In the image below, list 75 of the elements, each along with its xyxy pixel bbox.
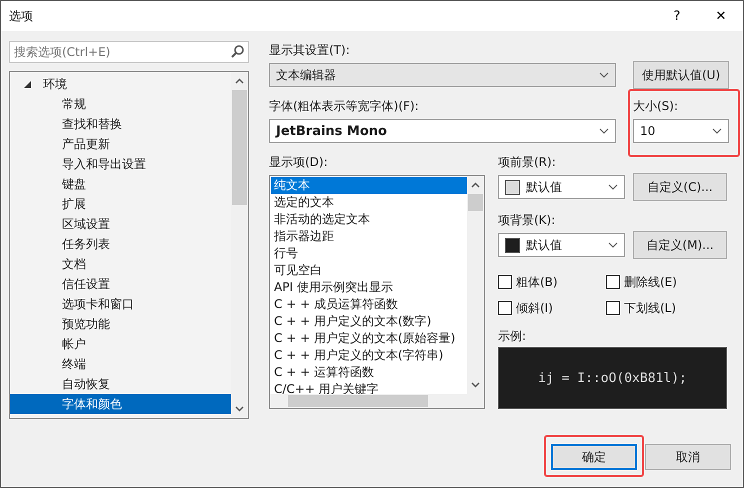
tree-item[interactable]: 文档 [10,254,231,274]
search-icon [231,45,244,58]
field-label: 示例: [498,328,528,345]
ok-button[interactable]: 确定 [551,444,637,470]
checkbox[interactable] [606,301,620,315]
settings-dropdown[interactable]: 文本编辑器 [269,63,616,87]
list-item[interactable]: 非活动的选定文本 [271,211,467,228]
list-item[interactable]: C + + 成员运算符函数 [271,296,467,313]
field-label: 字体(粗体表示等宽字体)(F): [269,98,420,115]
field-label: 项前景(R): [498,154,557,171]
list-item[interactable]: C + + 用户定义的文本(字符串) [271,347,467,364]
tree-item[interactable]: 扩展 [10,194,231,214]
list-item[interactable]: 选定的文本 [271,194,467,211]
list-item[interactable]: 可见空白 [271,262,467,279]
customize-button[interactable]: 自定义(C)... [633,173,727,201]
cancel-button[interactable]: 取消 [645,444,731,470]
tree-item[interactable]: 字体和颜色 [10,394,231,414]
sample-text: ij = I::oO(0xB81l); [538,370,687,386]
tree-item[interactable]: 查找和替换 [10,114,231,134]
scrollbar[interactable] [467,176,484,394]
tree-item[interactable]: 产品更新 [10,134,231,154]
field-label: 显示其设置(T): [269,42,351,59]
scrollbar-thumb[interactable] [468,194,483,211]
scroll-down-icon[interactable] [471,382,480,388]
field-label: 项背景(K): [498,212,556,229]
color-dropdown[interactable]: 默认值 [498,233,625,257]
checkbox[interactable] [606,275,620,289]
tree-item[interactable]: 任务列表 [10,234,231,254]
tree-item[interactable]: 选项卡和窗口 [10,294,231,314]
tree-item[interactable]: 区域设置 [10,214,231,234]
customize-button[interactable]: 自定义(M)... [633,231,727,259]
checkbox-label: 倾斜(I) [516,300,553,316]
tree-item[interactable]: 预览功能 [10,314,231,334]
checkbox[interactable] [498,275,512,289]
chevron-down-icon [712,128,722,134]
tree-item[interactable]: 终端 [10,354,231,374]
scrollbar-thumb[interactable] [232,90,247,205]
tree-item[interactable]: 自动恢复 [10,374,231,394]
search-field[interactable]: 搜索选项(Ctrl+E) [9,41,249,63]
font-dropdown[interactable]: JetBrains Mono [269,119,616,143]
horizontal-scrollbar[interactable] [270,394,484,408]
list-item[interactable]: 指示器边距 [271,228,467,245]
chevron-down-icon [599,128,609,134]
scroll-up-icon[interactable] [235,78,244,84]
list-item[interactable]: C + + 用户定义的文本(数字) [271,313,467,330]
title-bar-button[interactable]: ✕ [699,1,743,31]
size-dropdown[interactable]: 10 [633,119,729,143]
checkbox-label: 粗体(B) [516,274,558,290]
tree-item[interactable]: 环境 [10,74,231,94]
list-item[interactable]: C + + 用户定义的文本(原始容量) [271,330,467,347]
scrollbar-thumb[interactable] [288,395,428,407]
tree-item[interactable]: 信任设置 [10,274,231,294]
list-item[interactable]: 行号 [271,245,467,262]
chevron-down-icon [608,184,618,190]
list-item[interactable]: C + + 运算符函数 [271,364,467,381]
field-label: 大小(S): [633,98,680,115]
tree-item[interactable]: 导入和导出设置 [10,154,231,174]
scroll-up-icon[interactable] [471,182,480,188]
title-bar-button[interactable]: ? [655,1,699,31]
list-item[interactable]: 纯文本 [271,177,467,194]
expand-triangle-icon[interactable] [24,80,31,88]
tree-item[interactable]: 键盘 [10,174,231,194]
color-dropdown[interactable]: 默认值 [498,175,625,199]
tree-item[interactable]: 常规 [10,94,231,114]
use-defaults-button[interactable]: 使用默认值(U) [633,61,730,89]
field-label: 显示项(D): [269,154,329,171]
window-title: 选项 [9,8,34,24]
scroll-down-icon[interactable] [235,406,244,412]
checkbox-label: 删除线(E) [624,274,677,290]
chevron-down-icon [599,72,609,78]
chevron-down-icon [608,242,618,248]
checkbox-label: 下划线(L) [624,300,676,316]
checkbox[interactable] [498,301,512,315]
list-item[interactable]: API 使用示例突出显示 [271,279,467,296]
tree-item[interactable]: 帐户 [10,334,231,354]
